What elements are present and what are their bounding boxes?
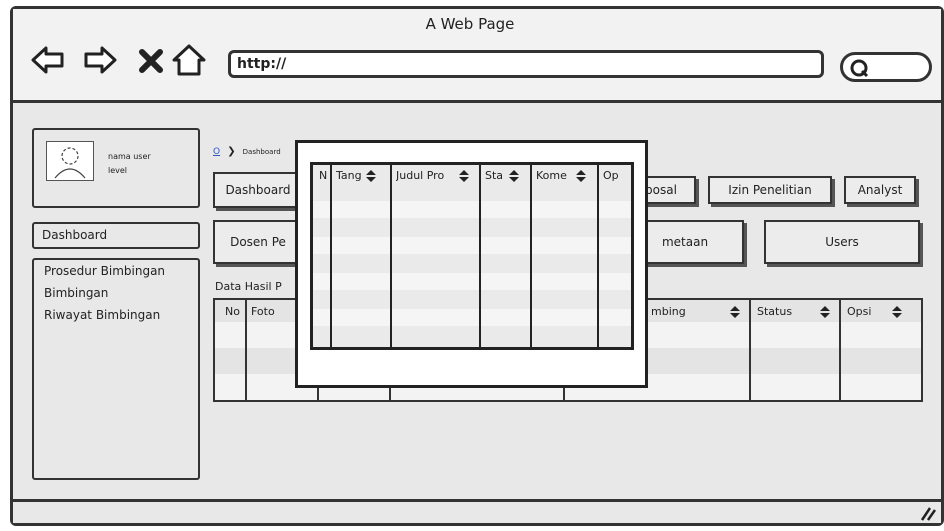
column-header-no: No — [225, 305, 240, 318]
sort-icon[interactable] — [819, 305, 831, 322]
profile-name: nama user — [108, 152, 151, 161]
url-input[interactable]: http:// — [228, 50, 824, 78]
breadcrumb-home[interactable]: O — [213, 147, 220, 157]
resize-grip-icon[interactable] — [918, 505, 937, 521]
sidebar-menu: Prosedur Bimbingan Bimbingan Riwayat Bim… — [32, 258, 200, 480]
sidebar-item-dashboard[interactable]: Dashboard — [32, 222, 200, 249]
tab-izin-penelitian[interactable]: Izin Penelitian — [708, 176, 832, 204]
chevron-right-icon: ❯ — [227, 146, 236, 157]
window-title: A Web Page — [425, 15, 515, 33]
breadcrumb-current: Dashboard — [242, 148, 281, 156]
forward-arrow-icon[interactable] — [82, 42, 118, 78]
sort-icon[interactable] — [729, 305, 741, 322]
modal-column-header-tanggal: Tang — [336, 169, 362, 182]
sort-icon[interactable] — [891, 305, 903, 322]
status-bar — [13, 502, 941, 523]
profile-level: level — [108, 166, 128, 175]
tab-dashboard[interactable]: Dashboard — [213, 172, 303, 208]
toolbar-divider — [13, 100, 941, 103]
avatar — [46, 141, 94, 181]
sort-icon[interactable] — [458, 169, 470, 186]
section-label: Data Hasil P — [215, 280, 282, 293]
close-x-icon[interactable] — [136, 46, 172, 82]
modal-table: N Tang Judul Pro Sta Kome Op — [310, 162, 634, 350]
tab-users[interactable]: Users — [764, 220, 920, 264]
sidebar-item-riwayat-bimbingan[interactable]: Riwayat Bimbingan — [44, 308, 188, 322]
column-header-status: Status — [757, 305, 793, 318]
tab-analyst[interactable]: Analyst — [844, 176, 916, 204]
modal-column-header-komentar: Kome — [536, 169, 567, 182]
home-icon[interactable] — [170, 42, 206, 78]
sidebar-item-bimbingan[interactable]: Bimbingan — [44, 286, 188, 300]
sort-icon[interactable] — [508, 169, 520, 186]
column-header-pembimbing: mbing — [651, 305, 686, 318]
modal-column-header-status: Sta — [485, 169, 504, 182]
back-arrow-icon[interactable] — [30, 42, 66, 78]
sort-icon[interactable] — [365, 169, 377, 186]
modal-column-header-judul-proposal: Judul Pro — [396, 169, 445, 182]
profile-card: nama user level — [32, 128, 200, 208]
modal-column-header-no: N — [319, 169, 328, 182]
column-header-foto: Foto — [251, 305, 275, 318]
sidebar-item-prosedur-bimbingan[interactable]: Prosedur Bimbingan — [44, 264, 188, 278]
search-icon — [850, 59, 869, 78]
column-header-opsi: Opsi — [847, 305, 872, 318]
search-field[interactable] — [840, 52, 932, 82]
sort-icon[interactable] — [575, 169, 587, 186]
tab-dosen-pembimbing[interactable]: Dosen Pe — [213, 220, 303, 264]
modal-column-header-opsi: Op — [603, 169, 619, 182]
breadcrumb: O ❯ Dashboard — [213, 139, 281, 158]
